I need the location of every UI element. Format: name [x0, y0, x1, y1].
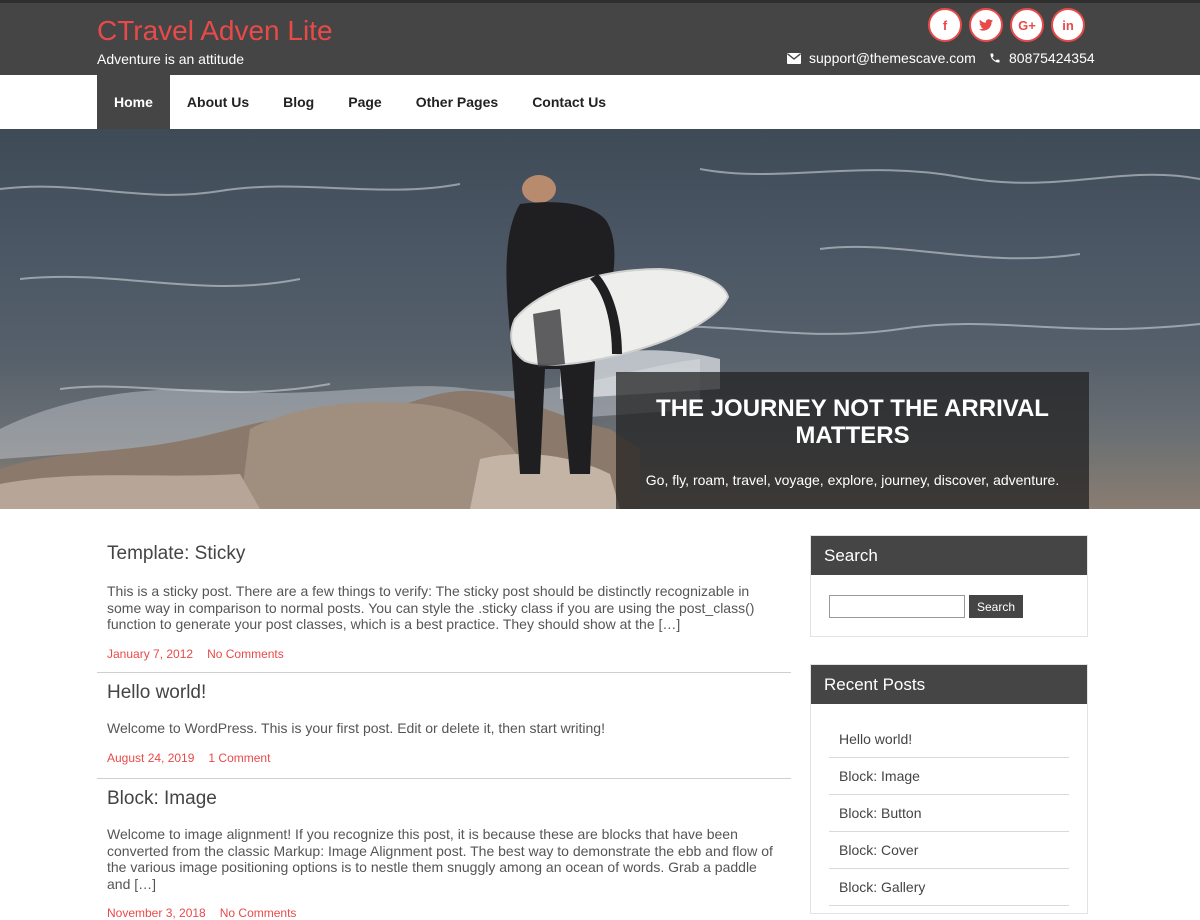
search-button[interactable]: Search [969, 595, 1023, 618]
post-meta: January 7, 2012 No Comments [107, 647, 781, 661]
recent-posts-widget: Recent Posts Hello world! Block: Image B… [810, 664, 1088, 914]
post-item: Hello world! Welcome to WordPress. This … [97, 673, 791, 779]
post-title[interactable]: Block: Image [107, 779, 781, 810]
post-date[interactable]: November 3, 2018 [107, 906, 206, 920]
recent-post-link[interactable]: Block: Gallery [829, 869, 1069, 906]
main-navigation-bar: Home About Us Blog Page Other Pages Cont… [0, 75, 1200, 129]
recent-post-link[interactable]: Hello world! [829, 721, 1069, 758]
post-comments-link[interactable]: No Comments [220, 906, 297, 920]
post-comments-link[interactable]: 1 Comment [208, 751, 270, 765]
contact-email[interactable]: support@themescave.com [787, 50, 976, 66]
hero-subtitle: Go, fly, roam, travel, voyage, explore, … [645, 472, 1060, 488]
recent-posts-list: Hello world! Block: Image Block: Button … [829, 721, 1069, 906]
recent-post-link[interactable]: Block: Image [829, 758, 1069, 795]
hero-caption: THE JOURNEY NOT THE ARRIVAL MATTERS Go, … [616, 372, 1089, 509]
post-item: Block: Image Welcome to image alignment!… [97, 779, 791, 920]
post-meta: November 3, 2018 No Comments [107, 906, 781, 920]
google-plus-icon[interactable]: G+ [1010, 8, 1044, 42]
post-date[interactable]: January 7, 2012 [107, 647, 193, 661]
post-item: Template: Sticky This is a sticky post. … [97, 509, 791, 673]
phone-icon [990, 53, 1000, 63]
post-excerpt: Welcome to WordPress. This is your first… [107, 720, 605, 736]
post-excerpt: Welcome to image alignment! If you recog… [107, 826, 773, 892]
nav-item-page[interactable]: Page [331, 75, 398, 129]
post-comments-link[interactable]: No Comments [207, 647, 284, 661]
site-header: CTravel Adven Lite Adventure is an attit… [0, 0, 1200, 75]
site-tagline: Adventure is an attitude [97, 51, 245, 67]
recent-post-link[interactable]: Block: Cover [829, 832, 1069, 869]
main-menu: Home About Us Blog Page Other Pages Cont… [97, 75, 623, 129]
contact-phone[interactable]: 80875424354 [989, 50, 1095, 66]
nav-item-blog[interactable]: Blog [266, 75, 331, 129]
recent-posts-title: Recent Posts [811, 665, 1087, 704]
nav-item-about-us[interactable]: About Us [170, 75, 266, 129]
phone-text: 80875424354 [1009, 50, 1095, 66]
recent-post-link[interactable]: Block: Button [829, 795, 1069, 832]
hero-title: THE JOURNEY NOT THE ARRIVAL MATTERS [656, 395, 1049, 449]
post-title[interactable]: Template: Sticky [107, 509, 781, 565]
post-list: Template: Sticky This is a sticky post. … [97, 509, 791, 920]
post-title[interactable]: Hello world! [107, 673, 781, 704]
search-widget-title: Search [811, 536, 1087, 575]
linkedin-icon[interactable]: in [1051, 8, 1085, 42]
email-text: support@themescave.com [809, 50, 976, 66]
envelope-icon [787, 52, 801, 64]
twitter-icon[interactable] [969, 8, 1003, 42]
search-widget: Search Search [810, 535, 1088, 637]
nav-item-home[interactable]: Home [97, 75, 170, 129]
social-links: f G+ in [928, 8, 1085, 42]
nav-item-contact-us[interactable]: Contact Us [515, 75, 623, 129]
twitter-bird-glyph [979, 19, 993, 31]
search-form: Search [829, 595, 1023, 618]
nav-item-other-pages[interactable]: Other Pages [399, 75, 515, 129]
hero-slider: THE JOURNEY NOT THE ARRIVAL MATTERS Go, … [0, 129, 1200, 509]
facebook-icon[interactable]: f [928, 8, 962, 42]
site-title[interactable]: CTravel Adven Lite [97, 15, 333, 47]
post-date[interactable]: August 24, 2019 [107, 751, 194, 765]
post-excerpt: This is a sticky post. There are a few t… [107, 583, 755, 632]
search-input[interactable] [829, 595, 965, 618]
post-meta: August 24, 2019 1 Comment [107, 751, 781, 765]
